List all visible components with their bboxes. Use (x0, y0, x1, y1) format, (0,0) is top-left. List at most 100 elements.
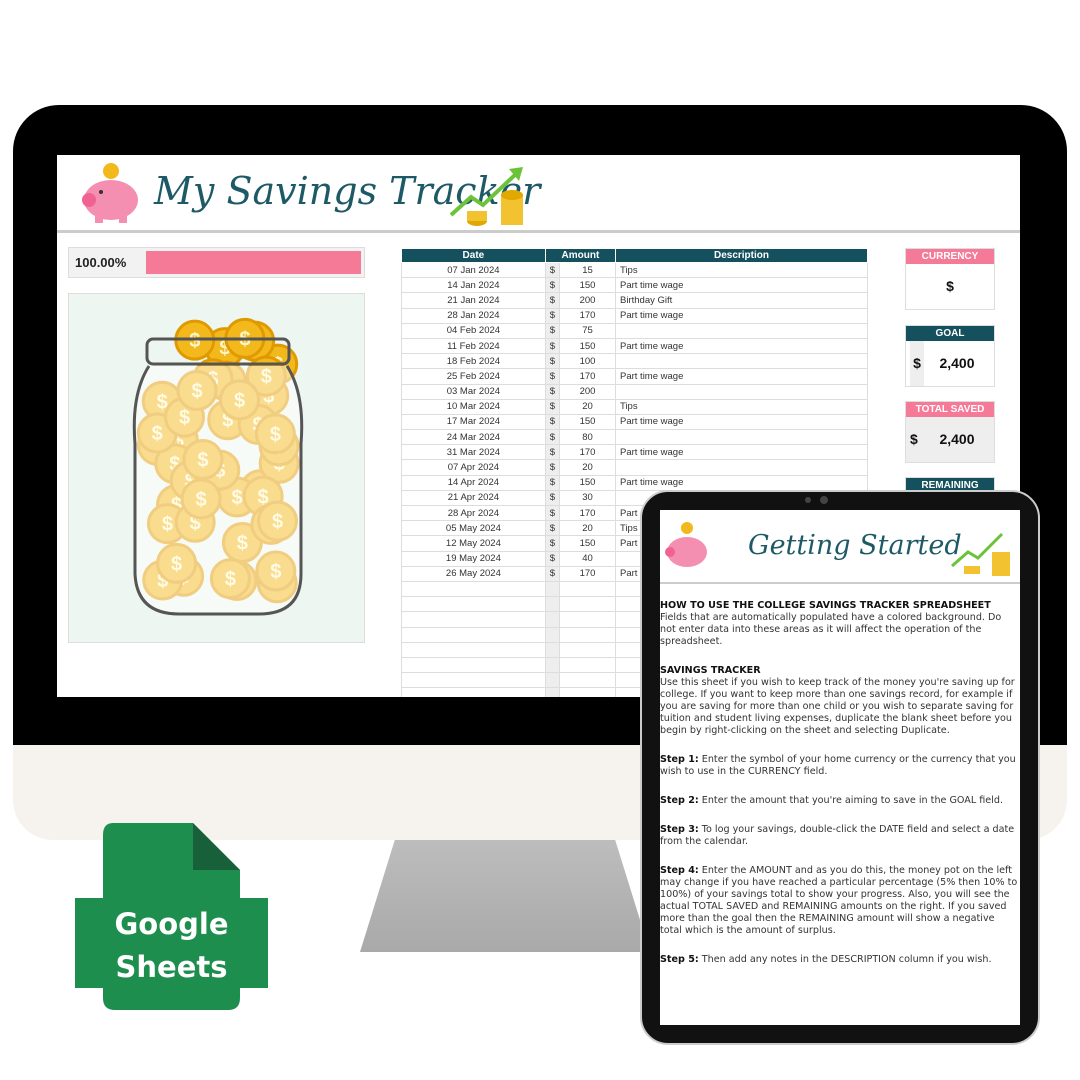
currency-cell[interactable]: $ (544, 368, 561, 385)
date-cell[interactable]: 03 Mar 2024 (401, 383, 546, 400)
amount-cell[interactable]: 170 (559, 444, 616, 461)
amount-cell[interactable]: 170 (559, 504, 616, 522)
description-cell[interactable]: Part time wage (615, 444, 868, 461)
amount-cell[interactable]: 40 (559, 550, 616, 567)
date-cell[interactable]: 28 Apr 2024 (401, 504, 546, 522)
amount-cell[interactable]: 200 (559, 383, 616, 400)
amount-cell[interactable]: 150 (559, 277, 616, 294)
currency-cell[interactable]: $ (544, 292, 561, 309)
description-cell[interactable]: Tips (615, 261, 868, 279)
amount-cell[interactable]: 15 (559, 261, 616, 279)
date-cell[interactable]: 26 May 2024 (401, 565, 546, 582)
date-cell[interactable]: 07 Jan 2024 (401, 261, 546, 279)
currency-cell[interactable] (544, 641, 561, 658)
amount-cell[interactable]: 150 (559, 337, 616, 355)
date-cell[interactable] (401, 580, 546, 598)
currency-field[interactable]: $ (906, 264, 994, 309)
amount-cell[interactable] (559, 687, 616, 697)
date-cell[interactable]: 14 Jan 2024 (401, 277, 546, 294)
description-cell[interactable] (615, 322, 868, 339)
date-cell[interactable]: 21 Jan 2024 (401, 292, 546, 309)
currency-cell[interactable] (544, 611, 561, 628)
currency-cell[interactable] (544, 672, 561, 689)
amount-cell[interactable] (559, 656, 616, 674)
currency-cell[interactable]: $ (544, 353, 561, 370)
date-cell[interactable]: 17 Mar 2024 (401, 413, 546, 431)
amount-cell[interactable]: 20 (559, 520, 616, 537)
amount-cell[interactable]: 75 (559, 322, 616, 339)
date-cell[interactable] (401, 641, 546, 658)
currency-cell[interactable]: $ (544, 261, 561, 279)
currency-cell[interactable] (544, 687, 561, 697)
date-cell[interactable]: 12 May 2024 (401, 535, 546, 552)
date-cell[interactable]: 24 Mar 2024 (401, 429, 546, 446)
date-cell[interactable]: 31 Mar 2024 (401, 444, 546, 461)
currency-cell[interactable]: $ (544, 429, 561, 446)
date-cell[interactable] (401, 687, 546, 697)
description-cell[interactable]: Tips (615, 398, 868, 415)
goal-field[interactable]: 2,400 (939, 355, 974, 371)
currency-cell[interactable]: $ (544, 398, 561, 415)
description-cell[interactable]: Birthday Gift (615, 292, 868, 309)
currency-cell[interactable]: $ (544, 307, 561, 324)
currency-cell[interactable]: $ (544, 383, 561, 400)
description-cell[interactable]: Part time wage (615, 368, 868, 385)
date-cell[interactable]: 28 Jan 2024 (401, 307, 546, 324)
description-cell[interactable] (615, 459, 868, 476)
amount-cell[interactable]: 170 (559, 307, 616, 324)
date-cell[interactable]: 19 May 2024 (401, 550, 546, 567)
currency-cell[interactable]: $ (544, 413, 561, 431)
currency-cell[interactable]: $ (544, 322, 561, 339)
currency-cell[interactable] (544, 626, 561, 643)
date-cell[interactable]: 25 Feb 2024 (401, 368, 546, 385)
amount-cell[interactable]: 170 (559, 368, 616, 385)
currency-cell[interactable]: $ (544, 337, 561, 355)
description-cell[interactable] (615, 429, 868, 446)
amount-cell[interactable] (559, 580, 616, 598)
description-cell[interactable] (615, 353, 868, 370)
date-cell[interactable] (401, 672, 546, 689)
amount-cell[interactable] (559, 641, 616, 658)
description-cell[interactable]: Part time wage (615, 474, 868, 491)
amount-cell[interactable]: 150 (559, 535, 616, 552)
currency-cell[interactable]: $ (544, 474, 561, 491)
amount-cell[interactable]: 20 (559, 459, 616, 476)
date-cell[interactable]: 04 Feb 2024 (401, 322, 546, 339)
amount-cell[interactable] (559, 672, 616, 689)
amount-cell[interactable] (559, 626, 616, 643)
amount-cell[interactable]: 30 (559, 489, 616, 507)
amount-cell[interactable] (559, 611, 616, 628)
description-cell[interactable]: Part time wage (615, 413, 868, 431)
date-cell[interactable] (401, 596, 546, 613)
currency-cell[interactable] (544, 656, 561, 674)
amount-cell[interactable]: 80 (559, 429, 616, 446)
date-cell[interactable]: 14 Apr 2024 (401, 474, 546, 491)
date-cell[interactable]: 21 Apr 2024 (401, 489, 546, 507)
currency-cell[interactable]: $ (544, 504, 561, 522)
amount-cell[interactable]: 150 (559, 413, 616, 431)
date-cell[interactable] (401, 611, 546, 628)
currency-cell[interactable] (544, 596, 561, 613)
currency-cell[interactable]: $ (544, 520, 561, 537)
date-cell[interactable]: 18 Feb 2024 (401, 353, 546, 370)
amount-cell[interactable]: 170 (559, 565, 616, 582)
currency-cell[interactable]: $ (544, 459, 561, 476)
currency-cell[interactable]: $ (544, 489, 561, 507)
currency-cell[interactable] (544, 580, 561, 598)
currency-cell[interactable]: $ (544, 550, 561, 567)
amount-cell[interactable] (559, 596, 616, 613)
date-cell[interactable]: 11 Feb 2024 (401, 337, 546, 355)
currency-cell[interactable]: $ (544, 535, 561, 552)
description-cell[interactable]: Part time wage (615, 337, 868, 355)
description-cell[interactable] (615, 383, 868, 400)
date-cell[interactable] (401, 626, 546, 643)
currency-cell[interactable]: $ (544, 444, 561, 461)
currency-cell[interactable]: $ (544, 277, 561, 294)
amount-cell[interactable]: 150 (559, 474, 616, 491)
description-cell[interactable]: Part time wage (615, 277, 868, 294)
date-cell[interactable]: 10 Mar 2024 (401, 398, 546, 415)
currency-cell[interactable]: $ (544, 565, 561, 582)
amount-cell[interactable]: 100 (559, 353, 616, 370)
date-cell[interactable]: 05 May 2024 (401, 520, 546, 537)
amount-cell[interactable]: 20 (559, 398, 616, 415)
